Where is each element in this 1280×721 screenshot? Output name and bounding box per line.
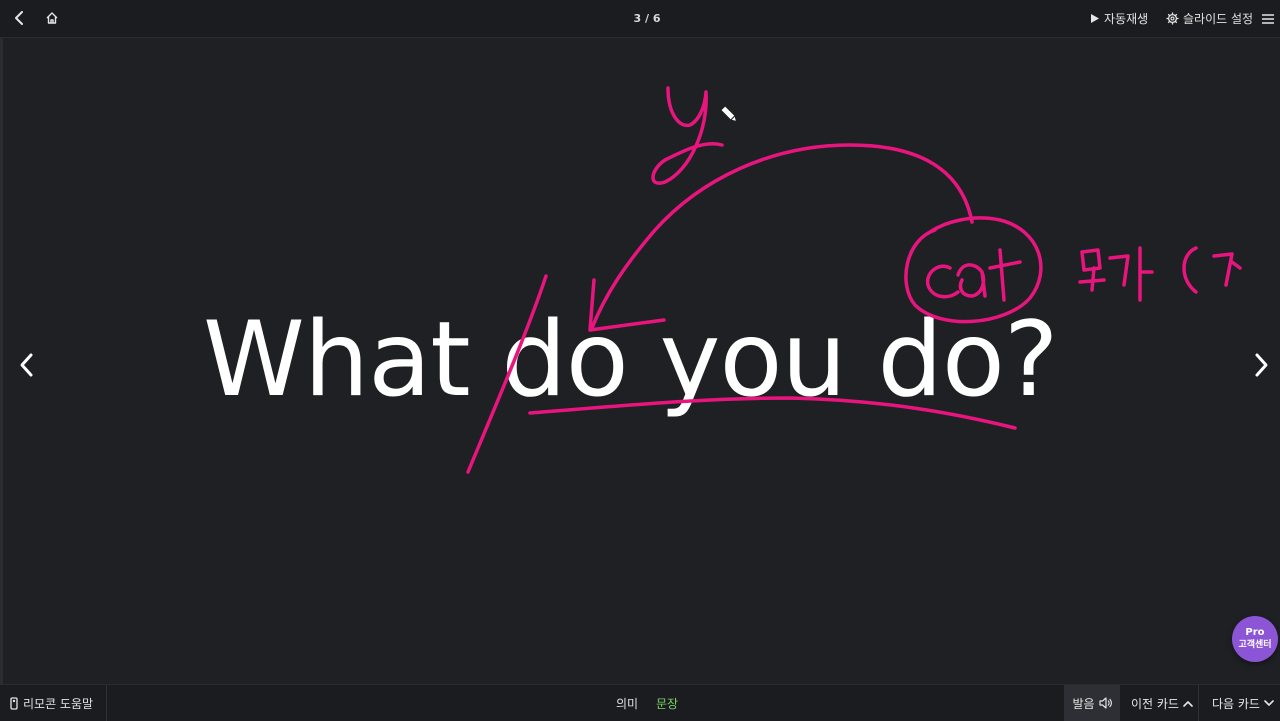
chevron-down-icon xyxy=(1264,699,1274,706)
ink-underline-stroke xyxy=(528,396,1017,430)
pen-annotation-layer xyxy=(466,86,1242,474)
prev-card-label: 이전 카드 xyxy=(1131,696,1179,711)
pronunciation-button[interactable]: 발음 xyxy=(1064,685,1120,721)
tab-meaning[interactable]: 의미 xyxy=(616,685,638,721)
remote-icon xyxy=(10,696,18,710)
next-card-label: 다음 카드 xyxy=(1212,696,1260,711)
pro-support-badge[interactable]: Pro 고객센터 xyxy=(1232,616,1278,662)
remote-help-label: 리모콘 도움말 xyxy=(23,696,94,711)
pro-badge-title: Pro xyxy=(1245,627,1265,638)
pro-badge-subtitle: 고객센터 xyxy=(1238,640,1272,650)
bottom-bar: 리모콘 도움말 의미 문장 발음 이전 카드 다음 카드 xyxy=(0,684,1280,721)
tab-sentence[interactable]: 문장 xyxy=(656,685,678,721)
next-card-button[interactable]: 다음 카드 xyxy=(1206,685,1280,721)
prev-card-button[interactable]: 이전 카드 xyxy=(1126,685,1199,721)
prev-slide-chevron-icon xyxy=(20,353,33,377)
next-slide-button[interactable] xyxy=(1244,335,1280,395)
pen-cursor-icon xyxy=(720,105,738,123)
next-slide-chevron-icon xyxy=(1255,353,1268,377)
ink-meaning-note-stroke xyxy=(1078,246,1242,302)
remote-help-button[interactable]: 리모콘 도움말 xyxy=(10,685,107,721)
ink-word-eat-stroke xyxy=(925,248,1022,302)
ink-slash-stroke xyxy=(466,274,548,474)
prev-slide-button[interactable] xyxy=(8,335,44,395)
ink-circle-stroke xyxy=(904,216,1043,324)
pronunciation-label: 발음 xyxy=(1072,696,1095,711)
speaker-icon xyxy=(1098,697,1112,709)
chevron-up-icon xyxy=(1183,700,1193,707)
ink-arc-arrow-stroke xyxy=(590,143,974,330)
ink-letter-y-stroke xyxy=(651,86,724,185)
